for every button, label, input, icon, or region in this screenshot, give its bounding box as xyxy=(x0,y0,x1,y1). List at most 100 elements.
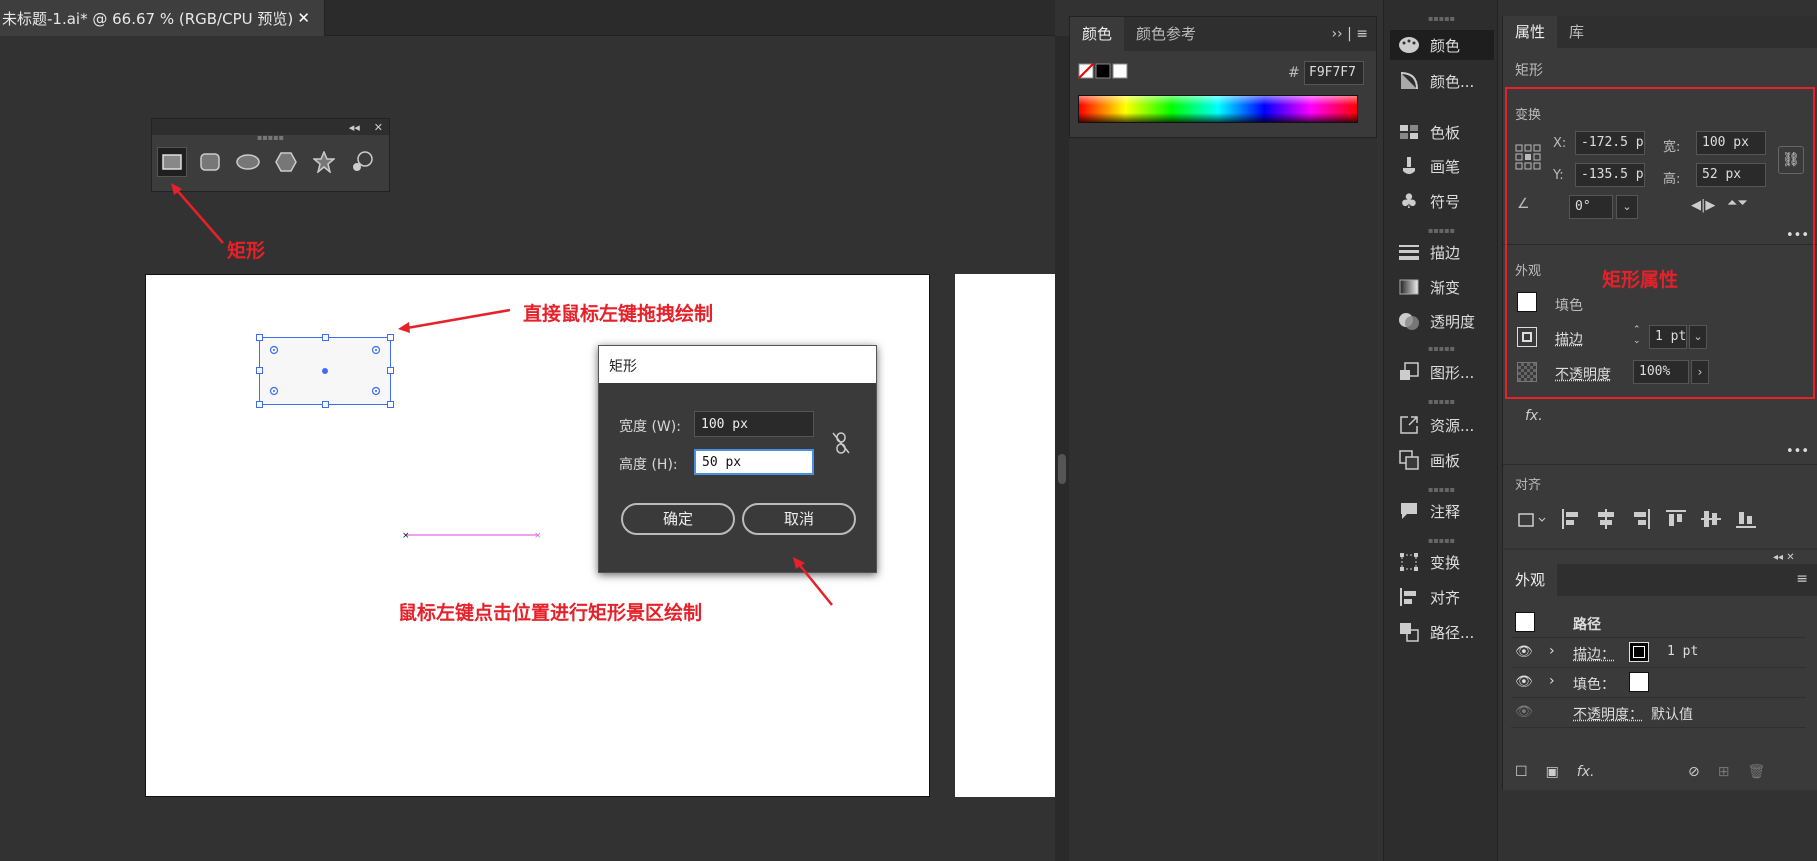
rounded-rectangle-tool-icon[interactable] xyxy=(195,147,225,177)
strip-item-transparency[interactable]: 透明度 xyxy=(1390,306,1494,336)
annotation-rect-label: 矩形 xyxy=(227,240,266,262)
color-spectrum[interactable] xyxy=(1078,95,1358,123)
close-icon[interactable]: ✕ xyxy=(374,121,383,134)
stroke-swatch[interactable] xyxy=(1629,642,1649,662)
export-icon xyxy=(1398,414,1420,436)
appearance-row-fill[interactable]: 👁 › 填色： xyxy=(1511,668,1806,698)
appearance-row-opacity[interactable]: 👁 不透明度： 默认值 xyxy=(1511,698,1806,728)
panel-menu-icon[interactable]: ≡ xyxy=(1796,571,1808,587)
hex-label: # xyxy=(1288,65,1300,81)
align-top-icon[interactable] xyxy=(1665,508,1687,530)
eye-icon[interactable]: 👁 xyxy=(1515,704,1533,720)
strip-item-stroke[interactable]: 描边 xyxy=(1390,237,1494,267)
align-vertical-center-icon[interactable] xyxy=(1700,508,1722,530)
strip-item-comments[interactable]: 注释 xyxy=(1390,496,1494,526)
appearance-row-path[interactable]: 路径 xyxy=(1511,608,1806,638)
strip-item-symbols[interactable]: ♣ 符号 xyxy=(1390,186,1494,216)
add-fill-icon[interactable]: ▣ xyxy=(1546,764,1559,780)
chevron-right-icon[interactable]: › xyxy=(1549,673,1555,689)
align-right-icon[interactable] xyxy=(1630,508,1652,530)
collapse-icon[interactable]: ◂◂ xyxy=(349,121,360,134)
grip-handle[interactable]: ▪▪▪▪▪ xyxy=(152,134,389,143)
tab-color[interactable]: 颜色 xyxy=(1070,17,1125,51)
align-horizontal-center-icon[interactable] xyxy=(1595,508,1617,530)
transparency-icon xyxy=(1398,310,1420,332)
eye-icon[interactable]: 👁 xyxy=(1515,674,1533,690)
hex-input[interactable]: F9F7F7 xyxy=(1304,61,1364,85)
flare-tool-icon[interactable] xyxy=(347,147,377,177)
tab-properties[interactable]: 属性 xyxy=(1503,16,1558,48)
annotation-drag-label: 直接鼠标左键拖拽绘制 xyxy=(523,303,714,325)
align-buttons xyxy=(1517,508,1757,530)
fill-stroke-swatches-icon[interactable] xyxy=(1078,63,1128,81)
strip-item-swatches[interactable]: 色板 xyxy=(1390,117,1494,147)
gradient-icon xyxy=(1398,276,1420,298)
appearance-tab-bar: 外观 ≡ xyxy=(1503,564,1817,596)
grip-handle[interactable]: ▪▪▪▪▪ xyxy=(1384,397,1499,406)
star-tool-icon[interactable] xyxy=(309,147,339,177)
tab-appearance[interactable]: 外观 xyxy=(1503,564,1558,596)
strip-item-asset-export[interactable]: 资源... xyxy=(1390,410,1494,440)
object-type: 矩形 xyxy=(1515,63,1543,79)
stroke-weight[interactable]: 1 pt xyxy=(1667,644,1698,659)
strip-item-color[interactable]: 颜色 xyxy=(1390,30,1494,60)
duplicate-item-icon[interactable]: ⊞ xyxy=(1718,764,1730,780)
graphic-styles-icon xyxy=(1398,361,1420,383)
width-input[interactable] xyxy=(694,411,814,437)
trash-icon[interactable]: 🗑 xyxy=(1747,764,1765,780)
corner-widgets xyxy=(269,345,381,396)
polygon-tool-icon[interactable] xyxy=(271,147,301,177)
scroll-thumb[interactable] xyxy=(1058,454,1066,484)
grip-handle[interactable]: ▪▪▪▪▪ xyxy=(1384,14,1499,23)
document-tab[interactable]: 未标题-1.ai* @ 66.67 % (RGB/CPU 预览) ✕ xyxy=(0,0,325,36)
unlink-icon[interactable] xyxy=(830,431,852,455)
align-to-icon[interactable] xyxy=(1517,508,1547,530)
strip-item-transform[interactable]: 变换 xyxy=(1390,547,1494,577)
grip-handle[interactable]: ▪▪▪▪▪ xyxy=(1384,536,1499,545)
close-icon[interactable]: ✕ xyxy=(297,9,310,27)
grip-handle[interactable]: ▪▪▪▪▪ xyxy=(1384,485,1499,494)
grip-handle[interactable]: ▪▪▪▪▪ xyxy=(1384,226,1499,235)
chevron-right-icon[interactable]: › xyxy=(1549,643,1555,659)
fx-icon[interactable]: fx. xyxy=(1525,408,1543,424)
stroke-label[interactable]: 描边： xyxy=(1573,644,1615,664)
more-options-icon[interactable]: ••• xyxy=(1786,444,1809,459)
strip-item-align[interactable]: 对齐 xyxy=(1390,582,1494,612)
artboard-secondary[interactable] xyxy=(955,274,1055,797)
add-stroke-icon[interactable]: ☐ xyxy=(1515,764,1528,780)
strip-item-graphic-styles[interactable]: 图形... xyxy=(1390,357,1494,387)
strip-item-brushes[interactable]: 画笔 xyxy=(1390,151,1494,181)
tab-libraries[interactable]: 库 xyxy=(1557,16,1596,48)
panel-controls[interactable]: ◂◂ ✕ xyxy=(1773,552,1795,563)
align-bottom-icon[interactable] xyxy=(1735,508,1757,530)
palette-icon xyxy=(1398,34,1420,56)
annotation-click-label: 鼠标左键点击位置进行矩形景区绘制 xyxy=(398,602,703,624)
fill-label[interactable]: 填色： xyxy=(1573,674,1615,694)
strip-item-color-guide[interactable]: 颜色... xyxy=(1390,66,1494,96)
rectangle-tool-icon[interactable] xyxy=(157,147,187,177)
eye-icon[interactable]: 👁 xyxy=(1515,644,1533,660)
tab-color-guide[interactable]: 颜色参考 xyxy=(1124,17,1208,51)
club-icon: ♣ xyxy=(1400,189,1418,213)
clear-appearance-icon[interactable]: ⊘ xyxy=(1688,764,1700,780)
appearance-row-stroke[interactable]: 👁 › 描边： 1 pt xyxy=(1511,638,1806,668)
canvas-scrollbar[interactable] xyxy=(1055,36,1069,861)
opacity-label[interactable]: 不透明度： xyxy=(1573,704,1643,724)
cancel-button[interactable]: 取消 xyxy=(742,503,856,535)
fill-swatch[interactable] xyxy=(1629,672,1649,692)
align-left-icon[interactable] xyxy=(1560,508,1582,530)
fx-icon[interactable]: fx. xyxy=(1577,764,1595,780)
height-input[interactable] xyxy=(694,449,814,475)
ellipse-tool-icon[interactable] xyxy=(233,147,263,177)
svg-text:×: × xyxy=(402,531,410,540)
strip-item-gradient[interactable]: 渐变 xyxy=(1390,272,1494,302)
appearance-footer: ☐ ▣ fx. xyxy=(1515,764,1594,780)
strip-item-pathfinder[interactable]: 路径... xyxy=(1390,617,1494,647)
grip-handle[interactable]: ▪▪▪▪▪ xyxy=(1384,344,1499,353)
brush-icon xyxy=(1398,155,1420,177)
path-label: 路径 xyxy=(1573,617,1601,633)
color-panel: 颜色 颜色参考 ›› | ≡ # F9F7F7 xyxy=(1069,16,1377,138)
panel-menu-icon[interactable]: ›› | ≡ xyxy=(1331,26,1368,42)
ok-button[interactable]: 确定 xyxy=(621,503,735,535)
strip-item-artboards[interactable]: 画板 xyxy=(1390,445,1494,475)
